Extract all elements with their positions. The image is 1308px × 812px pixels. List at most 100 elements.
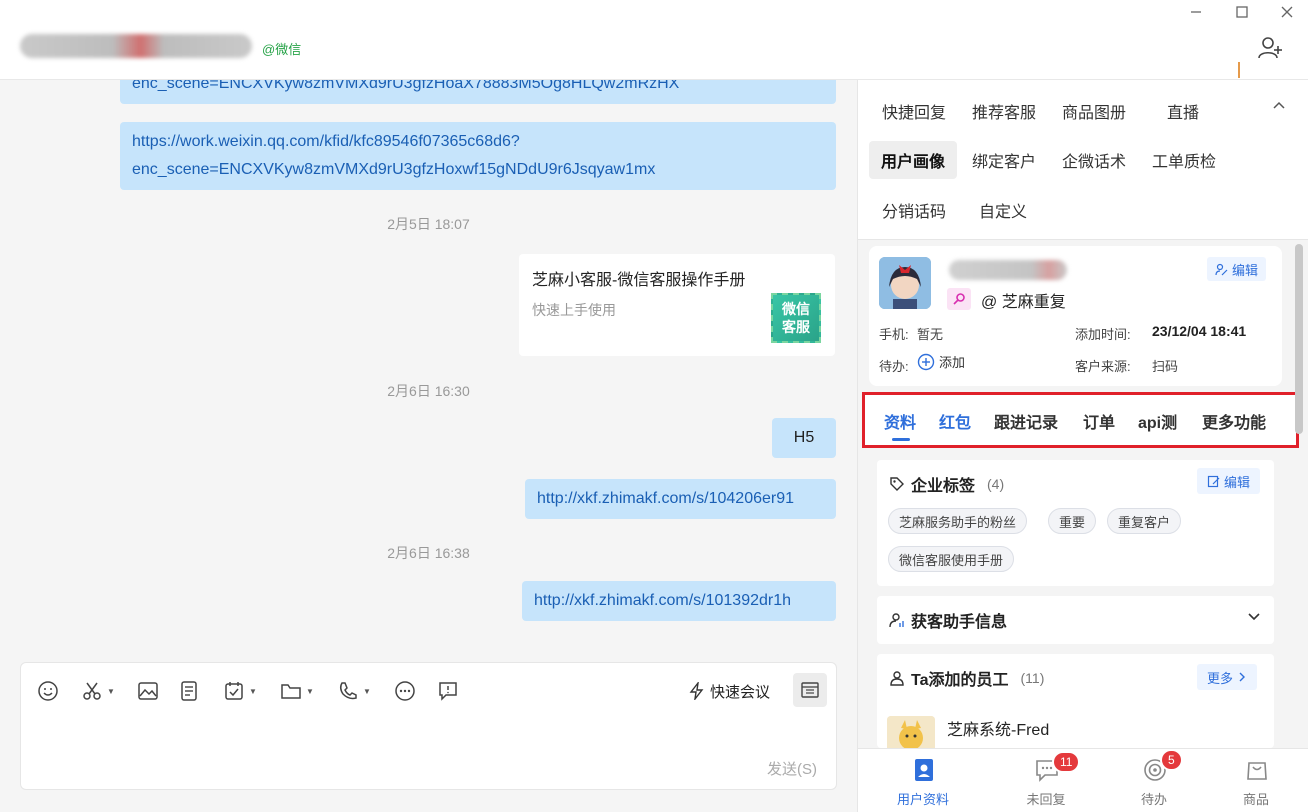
tab-distribution-script[interactable]: 分销话码	[870, 191, 958, 229]
customer-tag[interactable]: 微信客服使用手册	[888, 546, 1015, 572]
chevron-right-icon	[1239, 672, 1246, 682]
nav-user-profile[interactable]: 用户资料	[873, 749, 973, 812]
plus-circle-icon	[917, 353, 935, 370]
todo-badge: 5	[1160, 749, 1183, 771]
tag-icon	[890, 477, 904, 491]
enterprise-tags-section: 企业标签 (4) 编辑 芝麻服务助手的粉丝 重要 重复客户 微信客服使用手册	[877, 460, 1274, 586]
panel-scrollbar[interactable]	[1295, 244, 1303, 434]
tab-info[interactable]: 资料	[884, 409, 916, 433]
chevron-down-icon[interactable]: ▼	[363, 687, 371, 696]
avatar	[879, 257, 931, 309]
screenshot-scissors-icon[interactable]: ▼	[81, 679, 115, 703]
shopping-bag-icon	[1247, 762, 1267, 780]
chevron-down-icon[interactable]: ▼	[306, 687, 314, 696]
status-marker	[1238, 62, 1240, 78]
tab-user-portrait[interactable]: 用户画像	[869, 141, 958, 179]
bottom-navigation: 用户资料 11 未回复 5 待办 商品	[858, 748, 1308, 812]
user-card-icon	[915, 759, 933, 781]
customer-tag[interactable]: 芝麻服务助手的粉丝	[888, 508, 1028, 534]
more-staff-button[interactable]: 更多	[1197, 664, 1258, 690]
quick-tab-bar: 快捷回复 推荐客服 商品图册 直播 用户画像 绑定客户 企微话术 工单质检 分销…	[858, 80, 1308, 240]
chevron-down-icon[interactable]: ▼	[249, 687, 257, 696]
lightning-icon	[689, 682, 704, 700]
minimize-icon[interactable]	[1185, 2, 1207, 22]
more-options-icon[interactable]	[394, 679, 416, 703]
message-bubble[interactable]: H5	[772, 418, 836, 458]
added-staff-section: Ta添加的员工 (11) 更多 芝麻系统-Fred	[877, 654, 1274, 748]
tab-wecom-script[interactable]: 企微话术	[1050, 141, 1138, 179]
tab-custom[interactable]: 自定义	[967, 191, 1039, 229]
phone-icon[interactable]: ▼	[337, 679, 371, 703]
quick-meeting-button[interactable]: 快速会议	[688, 679, 770, 703]
tab-product-album[interactable]: 商品图册	[1050, 92, 1138, 130]
card-subtitle: 快速上手使用	[532, 302, 616, 318]
active-tab-indicator	[892, 438, 910, 441]
tab-api-test[interactable]: api测	[1138, 409, 1177, 433]
avatar	[887, 716, 935, 748]
section-title: Ta添加的员工	[911, 672, 1009, 689]
tab-ticket-qc[interactable]: 工单质检	[1140, 141, 1228, 179]
edit-profile-button[interactable]: 编辑	[1207, 257, 1267, 281]
document-icon[interactable]	[178, 679, 200, 703]
customer-tag[interactable]: 重要	[1048, 508, 1097, 534]
profile-tab-bar: 资料 红包 跟进记录 订单 api测 更多功能	[862, 392, 1299, 448]
nav-products[interactable]: 商品	[1206, 749, 1306, 812]
tag-count: (4)	[987, 476, 1005, 492]
edit-tags-button[interactable]: 编辑	[1197, 468, 1261, 494]
close-icon[interactable]	[1276, 2, 1298, 22]
tab-live[interactable]: 直播	[1155, 92, 1211, 130]
message-list[interactable]: enc_scene=ENCXVKyw8zmVMXd9rU3gfzHoaX7888…	[0, 80, 857, 655]
customer-corp: @ 芝麻重复	[981, 294, 1066, 311]
chevron-down-icon[interactable]: ▼	[107, 687, 115, 696]
task-calendar-icon[interactable]: ▼	[223, 679, 257, 703]
emoji-icon[interactable]	[37, 679, 59, 703]
message-bubble[interactable]: http://xkf.zhimakf.com/s/104206er91	[525, 479, 836, 519]
acquire-assistant-section[interactable]: 获客助手信息	[877, 596, 1274, 644]
maximize-icon[interactable]	[1231, 2, 1253, 22]
source-value: 扫码	[1152, 359, 1179, 374]
customer-tag[interactable]: 重复客户	[1107, 508, 1182, 534]
section-title: 获客助手信息	[911, 614, 1008, 631]
feedback-icon[interactable]	[437, 679, 459, 703]
message-timestamp: 2月6日 16:38	[387, 545, 470, 561]
chat-header: @微信	[0, 0, 1308, 80]
nav-todo[interactable]: 5 待办	[1104, 749, 1204, 812]
section-title: 企业标签	[911, 478, 976, 495]
folder-icon[interactable]: ▼	[280, 679, 314, 703]
add-todo-button[interactable]: 添加	[917, 352, 965, 371]
customer-profile-card: @ 芝麻重复 编辑 手机: 暂无 添加时间: 23/12/04 18:41 待办…	[869, 246, 1282, 386]
added-time-label: 添加时间:	[1075, 327, 1131, 342]
tab-orders[interactable]: 订单	[1083, 409, 1115, 433]
source-label: 客户来源:	[1075, 359, 1131, 374]
nav-unreplied[interactable]: 11 未回复	[996, 749, 1096, 812]
chevron-down-icon[interactable]	[1247, 610, 1261, 627]
key-icon	[947, 288, 971, 310]
tab-bind-customer[interactable]: 绑定客户	[960, 141, 1048, 179]
tab-follow-records[interactable]: 跟进记录	[994, 409, 1058, 433]
message-bubble[interactable]: enc_scene=ENCXVKyw8zmVMXd9rU3gfzHoaX7888…	[120, 80, 836, 104]
staff-name[interactable]: 芝麻系统-Fred	[947, 716, 1049, 740]
customer-name-redacted	[949, 260, 1067, 280]
tab-more-functions[interactable]: 更多功能	[1202, 409, 1266, 433]
layout-toggle-icon[interactable]	[793, 673, 827, 707]
source-tag: @微信	[262, 42, 302, 57]
tab-quick-reply[interactable]: 快捷回复	[870, 92, 958, 130]
user-icon	[890, 671, 904, 686]
chevron-up-icon[interactable]	[1272, 98, 1286, 115]
card-title: 芝麻小客服-微信客服操作手册	[532, 272, 746, 289]
phone-value: 暂无	[917, 327, 944, 342]
link-card-message[interactable]: 芝麻小客服-微信客服操作手册 快速上手使用 微信 客服	[519, 254, 835, 356]
message-composer[interactable]: ▼ ▼ ▼ ▼ 快速会议 发送(S)	[20, 662, 837, 790]
tab-red-packet[interactable]: 红包	[939, 409, 971, 433]
edit-user-icon	[1215, 263, 1228, 275]
send-button[interactable]: 发送(S)	[767, 758, 817, 779]
image-icon[interactable]	[137, 679, 159, 703]
tab-recommend-agent[interactable]: 推荐客服	[960, 92, 1048, 130]
message-timestamp: 2月6日 16:30	[387, 383, 470, 399]
message-bubble[interactable]: http://xkf.zhimakf.com/s/101392dr1h	[522, 581, 836, 621]
message-bubble[interactable]: https://work.weixin.qq.com/kfid/kfc89546…	[120, 122, 836, 190]
add-person-icon[interactable]	[1256, 34, 1284, 62]
contact-name-redacted	[20, 34, 252, 58]
message-timestamp: 2月5日 18:07	[387, 216, 470, 232]
phone-label: 手机:	[879, 327, 909, 342]
